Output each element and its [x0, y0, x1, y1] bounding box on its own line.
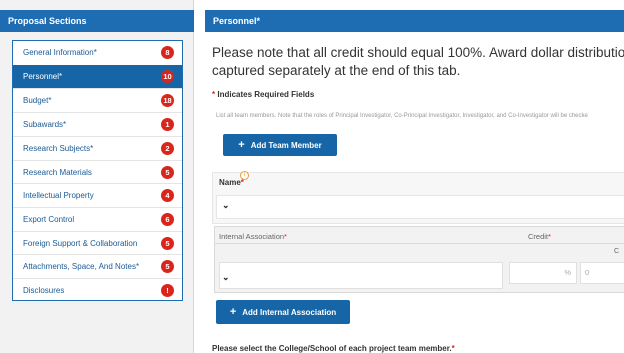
sidebar-item-label: Budget* — [23, 96, 52, 106]
count-badge: 4 — [161, 189, 174, 203]
sidebar-item-subawards[interactable]: Subawards* 1 — [13, 112, 182, 136]
sidebar-item-general-information[interactable]: General Information* 8 — [13, 41, 182, 65]
sidebar-item-label: Personnel* — [23, 71, 63, 81]
sidebar-item-intellectual-property[interactable]: Intellectual Property 4 — [13, 183, 182, 207]
name-label: Name* — [219, 178, 244, 187]
add-team-member-button[interactable]: + Add Team Member — [223, 134, 337, 156]
sidebar-title: Proposal Sections — [0, 10, 194, 32]
sidebar-item-label: Subawards* — [23, 120, 67, 130]
sidebar-item-export-control[interactable]: Export Control 6 — [13, 206, 182, 231]
sidebar-item-attachments-space-and-notes[interactable]: Attachments, Space, And Notes* 5 — [13, 254, 182, 278]
credit-header: Credit* — [528, 232, 551, 241]
sidebar-item-personnel[interactable]: Personnel* 10 — [13, 64, 182, 89]
sidebar-item-label: Export Control — [23, 214, 75, 224]
sidebar-item-label: Research Materials — [23, 167, 92, 177]
count-badge: 8 — [161, 46, 174, 59]
sidebar-item-label: Disclosures — [23, 286, 65, 295]
required-star: * — [284, 232, 287, 241]
sidebar-item-foreign-support-collaboration[interactable]: Foreign Support & Collaboration 5 — [13, 230, 182, 255]
section-nav: General Information* 8 Personnel* 10 Budget*… — [12, 40, 183, 301]
internal-association-header: Internal Association* — [219, 232, 287, 241]
plus-icon: + — [229, 306, 237, 318]
chevron-down-icon[interactable]: ⌄ — [222, 200, 230, 211]
required-star: * — [451, 344, 455, 353]
sidebar-item-label: Intellectual Property — [23, 191, 94, 201]
name-label-text: Name — [219, 178, 241, 187]
sidebar-item-research-materials[interactable]: Research Materials 5 — [13, 159, 182, 184]
c-column-header: C — [614, 248, 620, 255]
sidebar-item-label: Research Subjects* — [23, 143, 94, 153]
credit-notice-line-1: Please note that all credit should equal… — [212, 45, 624, 60]
credit-input[interactable]: % — [509, 262, 577, 284]
add-internal-association-label: Add Internal Association — [242, 308, 337, 317]
sidebar-item-disclosures[interactable]: Disclosures! — [13, 278, 182, 302]
count-badge: 5 — [161, 236, 174, 250]
chevron-down-icon[interactable]: ⌄ — [222, 272, 230, 283]
count-badge: 18 — [161, 94, 174, 108]
add-internal-association-button[interactable]: + Add Internal Association — [216, 300, 350, 324]
internal-association-header-text: Internal Association — [219, 232, 285, 241]
sidebar-item-label: General Information* — [23, 48, 97, 57]
required-fields-note: * Indicates Required Fields — [212, 90, 314, 99]
sidebar-item-label: Foreign Support & Collaboration — [23, 238, 138, 248]
sidebar-item-label: Attachments, Space, And Notes* — [23, 262, 140, 272]
other-credit-input[interactable]: 0 — [580, 262, 624, 284]
credit-notice: Please note that all credit should equal… — [212, 44, 624, 80]
plus-icon: + — [238, 139, 245, 151]
count-badge: 6 — [161, 212, 174, 226]
required-fields-text: Indicates Required Fields — [215, 90, 315, 99]
count-badge: 5 — [161, 260, 174, 274]
count-badge: 2 — [161, 141, 174, 155]
sidebar-item-budget[interactable]: Budget* 18 — [13, 88, 182, 112]
count-badge: 10 — [161, 69, 174, 83]
name-select[interactable] — [216, 195, 624, 219]
table-divider — [214, 243, 624, 244]
college-selection-text: Please select the College/School of each… — [212, 344, 452, 353]
credit-header-text: Credit — [528, 232, 549, 241]
page-title: Personnel* — [205, 10, 624, 32]
required-star: * — [548, 232, 551, 241]
count-badge: 5 — [161, 165, 174, 179]
count-badge: ! — [161, 284, 174, 297]
sidebar-item-research-subjects[interactable]: Research Subjects* 2 — [13, 135, 182, 160]
count-badge: 1 — [161, 118, 174, 132]
info-icon[interactable]: i — [240, 171, 249, 180]
add-team-member-label: Add Team Member — [250, 141, 322, 150]
college-selection-note: Please select the College/School of each… — [212, 344, 455, 353]
team-members-note: List all team members. Note that the rol… — [216, 113, 588, 119]
internal-association-select[interactable] — [219, 262, 503, 289]
credit-notice-line-2: captured separately at the end of this t… — [212, 63, 461, 78]
